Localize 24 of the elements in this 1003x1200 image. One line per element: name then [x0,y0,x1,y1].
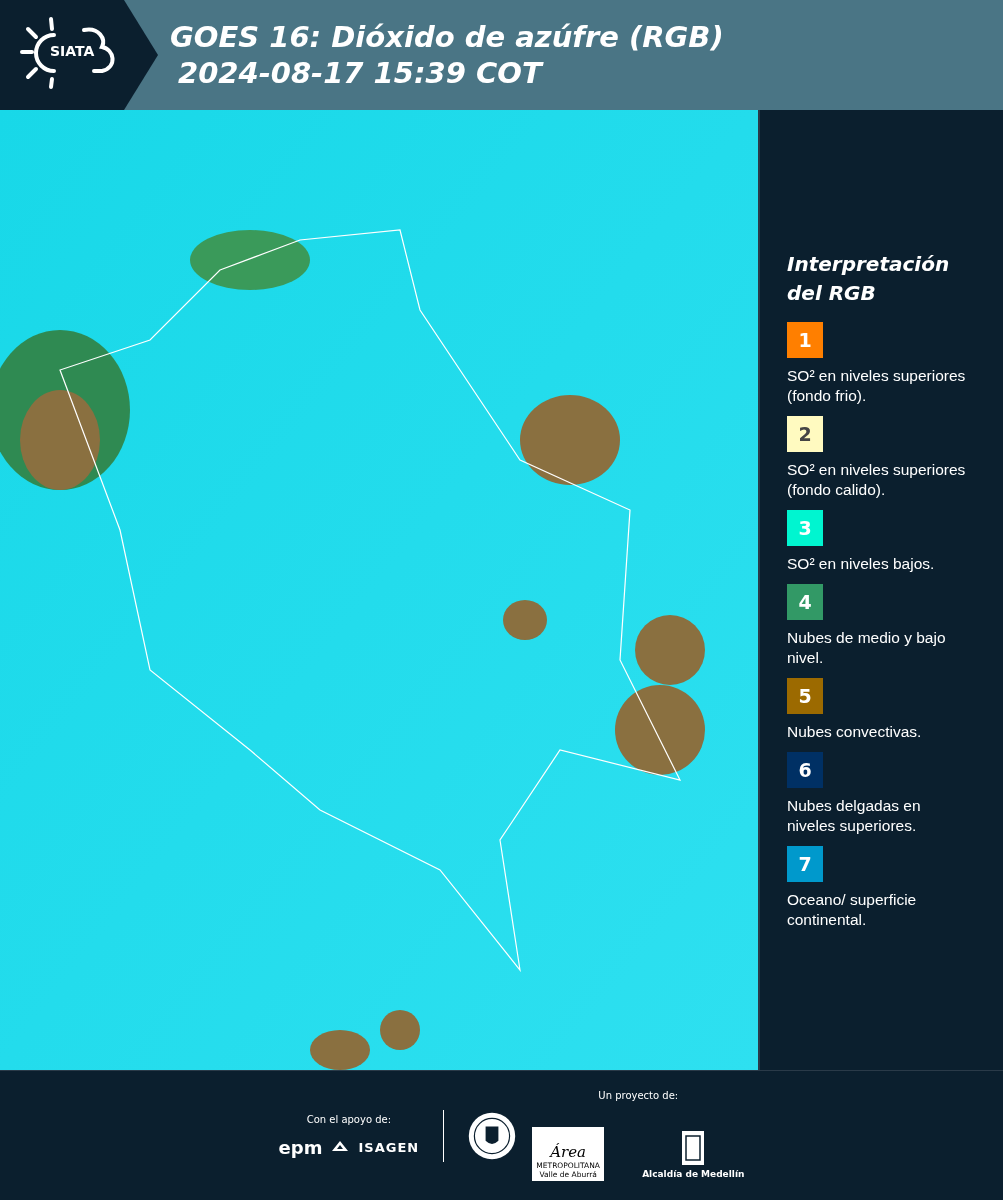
timestamp: 2024-08-17 15:39 COT [177,55,545,91]
sponsor-logo: epm [278,1136,323,1158]
legend-description: SO² en niveles superiores (fondo frio). [787,366,967,406]
project-label: Un proyecto de: [598,1090,679,1101]
legend-swatch: 7 [787,846,823,882]
legend-swatch: 1 [787,322,823,358]
legend-description: Nubes de medio y bajo nivel. [787,628,947,668]
legend-description: SO² en niveles superiores (fondo calido). [787,460,967,500]
legend-description: Nubes delgadas en niveles superiores. [787,796,922,836]
legend-swatch: 3 [787,510,823,546]
legend-title: Interpretación del RGB [787,251,951,307]
page-title: GOES 16: Dióxido de azúfre (RGB) [170,19,724,55]
legend-swatch: 2 [787,416,823,452]
legend-description: Oceano/ superficie continental. [787,890,918,930]
seal-emblem-icon [468,1111,517,1160]
legend-swatch: 4 [787,584,823,620]
alcaldia-logo-text: Alcaldía de Medellín [642,1168,745,1179]
legend-description: Nubes convectivas. [787,722,923,742]
logo-text: SIATA [50,43,95,59]
legend-swatch: 6 [787,752,823,788]
sponsor-logo: ISAGEN [358,1139,420,1155]
support-label: Con el apoyo de: [306,1113,392,1125]
legend-swatch: 5 [787,678,823,714]
legend-description: SO² en niveles bajos. [787,554,936,574]
